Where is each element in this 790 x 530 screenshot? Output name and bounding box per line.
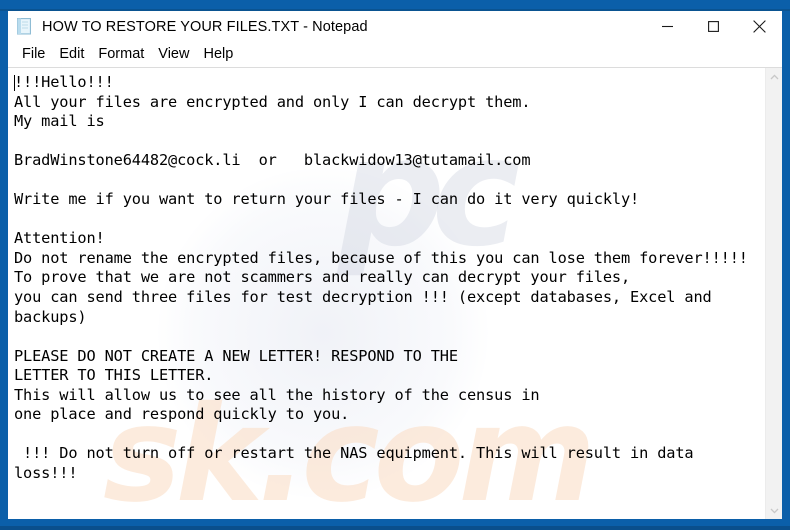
scroll-down-button[interactable] (766, 502, 782, 519)
menu-item-file[interactable]: File (15, 42, 52, 67)
editor-area: pc sk.com !!!Hello!!! All your files are… (8, 67, 782, 519)
scrollbar-thumb[interactable] (766, 85, 782, 515)
scroll-down-arrow-icon (770, 508, 778, 514)
window-controls (644, 11, 782, 42)
notepad-document-icon (15, 17, 34, 36)
notepad-window: HOW TO RESTORE YOUR FILES.TXT - Notepad (0, 0, 790, 530)
minimize-icon (661, 25, 673, 28)
vertical-scrollbar[interactable] (765, 68, 782, 519)
text-caret (14, 75, 15, 91)
menu-bar: File Edit Format View Help (8, 42, 782, 67)
title-bar: HOW TO RESTORE YOUR FILES.TXT - Notepad (8, 11, 782, 42)
window-client-area: HOW TO RESTORE YOUR FILES.TXT - Notepad (8, 11, 782, 519)
close-icon (752, 20, 766, 33)
menu-item-help[interactable]: Help (196, 42, 240, 67)
menu-item-format[interactable]: Format (91, 42, 151, 67)
scroll-up-button[interactable] (766, 68, 782, 85)
minimize-button[interactable] (644, 11, 690, 42)
menu-item-view[interactable]: View (151, 42, 196, 67)
menu-item-edit[interactable]: Edit (52, 42, 91, 67)
ransom-note-text[interactable]: !!!Hello!!! All your files are encrypted… (8, 68, 765, 483)
text-surface[interactable]: pc sk.com !!!Hello!!! All your files are… (8, 68, 765, 519)
close-button[interactable] (736, 11, 782, 42)
window-title: HOW TO RESTORE YOUR FILES.TXT - Notepad (42, 18, 368, 35)
window-frame-top-accent (0, 0, 790, 9)
maximize-button[interactable] (690, 11, 736, 42)
maximize-icon (707, 21, 719, 32)
scroll-up-arrow-icon (770, 73, 778, 79)
window-frame-bottom-shadow (0, 526, 790, 530)
